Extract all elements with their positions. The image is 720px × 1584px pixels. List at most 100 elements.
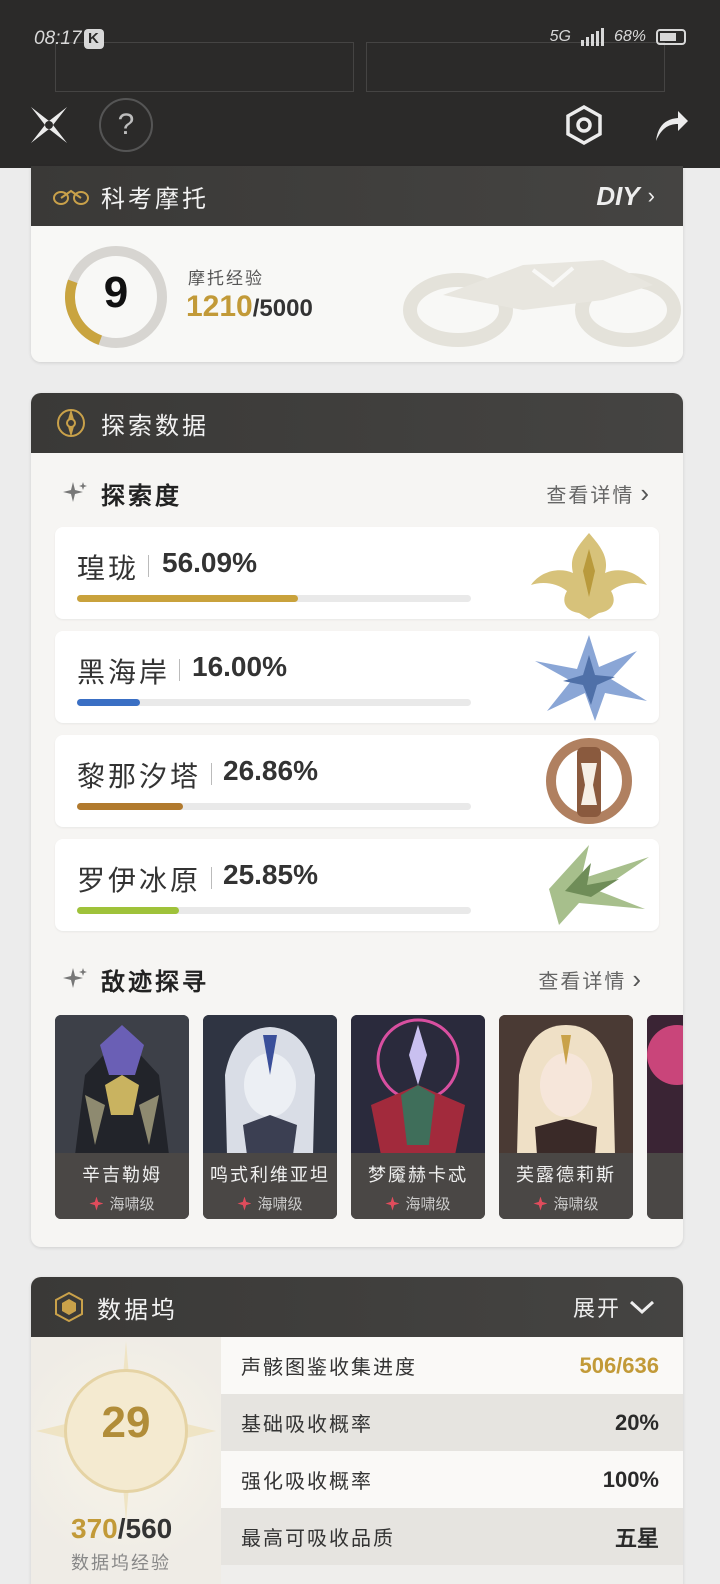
motorcycle-panel: 科考摩托 DIY › 9 摩托经验 1210/5000 — [31, 166, 683, 362]
enemy-card[interactable]: 辛吉勒姆 海啸级 — [55, 1015, 189, 1219]
enemy-plate: 鸣式利维亚坦 海啸级 — [203, 1153, 337, 1219]
motorcycle-exp: 1210/5000 — [186, 290, 313, 324]
region-separator — [211, 763, 212, 785]
enemy-plate: 梦魇赫卡忒 海啸级 — [351, 1153, 485, 1219]
region-separator — [148, 555, 149, 577]
region-card[interactable]: 黎那汐塔 26.86% — [55, 735, 659, 827]
diy-label: DIY — [596, 180, 640, 211]
region-name: 瑝珑 — [77, 553, 140, 584]
explore-title: 探索数据 — [101, 412, 209, 440]
enemy-name: 鸣式利维亚坦 — [210, 1165, 330, 1185]
enemy-name: 辛吉勒姆 — [82, 1165, 162, 1185]
data-dock-exp-current: 370 — [71, 1513, 118, 1544]
enemy-portrait — [499, 1015, 633, 1155]
explore-header: 探索数据 — [31, 393, 683, 453]
region-card[interactable]: 瑝珑 56.09% — [55, 527, 659, 619]
data-dock-icon — [55, 1291, 83, 1323]
expand-button[interactable]: 展开 — [573, 1277, 655, 1337]
motorcycle-level: 9 — [103, 268, 129, 317]
enemy-card[interactable]: 梦魇赫卡忒 海啸级 — [351, 1015, 485, 1219]
exploration-details-link[interactable]: 查看详情 › — [546, 478, 651, 509]
stat-row: 声骸图鉴收集进度 506/636 — [221, 1337, 683, 1394]
game-menu-icon[interactable] — [22, 98, 76, 152]
settings-hexagon-icon[interactable] — [557, 98, 611, 152]
region-percent: 26.86% — [223, 755, 318, 786]
share-icon[interactable] — [643, 98, 697, 152]
region-progress-track — [77, 907, 471, 914]
region-name: 黑海岸 — [77, 657, 171, 688]
status-time: 08:17 — [34, 28, 82, 49]
motorcycle-header: 科考摩托 DIY › — [31, 166, 683, 226]
data-dock-panel: 数据坞 展开 29 370/560 数据坞经验 声骸图鉴收集进度 506/636 — [31, 1277, 683, 1584]
enemy-level-label: 海啸级 — [109, 1196, 155, 1213]
help-button[interactable]: ? — [99, 98, 153, 152]
enemy-plate: 辛吉勒姆 海啸级 — [55, 1153, 189, 1219]
expand-label: 展开 — [572, 1296, 621, 1321]
top-bar: 08:17 5G 68% ? — [0, 0, 720, 168]
stat-row: 最高可吸收品质 五星 — [221, 1508, 683, 1565]
status-bar: 08:17 5G 68% — [34, 28, 686, 52]
region-list: 瑝珑 56.09% 黑海岸 16.00% 黎那汐塔 26.86% 罗伊冰原 25… — [31, 527, 683, 931]
stat-value: 506/636 — [579, 1352, 659, 1378]
enemy-level-label: 海啸级 — [405, 1196, 451, 1213]
region-card[interactable]: 黑海岸 16.00% — [55, 631, 659, 723]
enemy-card[interactable]: 鸣式利维亚坦 海啸级 — [203, 1015, 337, 1219]
enemy-level: 海啸级 — [499, 1193, 633, 1214]
region-separator — [179, 659, 180, 681]
roya-frostlands-emblem-icon — [549, 845, 649, 925]
motorcycle-exp-label: 摩托经验 — [188, 269, 264, 288]
chevron-right-icon: › — [632, 963, 643, 994]
motorcycle-exp-current: 1210 — [186, 290, 253, 323]
chevron-down-icon — [629, 1300, 655, 1315]
data-dock-level: 29 — [101, 1398, 151, 1447]
enemy-portrait — [351, 1015, 485, 1155]
battery-icon — [656, 29, 686, 45]
enemy-level: 海啸级 — [351, 1193, 485, 1214]
enemy-level-label: 海啸级 — [257, 1196, 303, 1213]
region-percent: 16.00% — [192, 651, 287, 682]
stat-label: 基础吸收概率 — [241, 1414, 373, 1436]
data-dock-exp-label: 数据坞经验 — [71, 1553, 171, 1573]
exploration-section-header: 探索度 查看详情 › — [31, 471, 683, 515]
diy-button[interactable]: DIY › — [596, 166, 655, 226]
region-progress-fill — [77, 699, 141, 706]
region-progress-fill — [77, 595, 298, 602]
sparkle-icon — [63, 482, 87, 502]
enemy-portrait — [203, 1015, 337, 1155]
stat-value: 五星 — [614, 1525, 659, 1551]
enemy-name: 芙露德莉斯 — [516, 1165, 616, 1185]
rinascita-emblem-icon — [546, 738, 632, 824]
sparkle-icon — [63, 968, 87, 988]
data-dock-level-badge: 29 — [64, 1369, 188, 1493]
stat-value: 100% — [602, 1466, 659, 1492]
tacet-star-icon — [237, 1196, 252, 1211]
enemy-portrait — [55, 1015, 189, 1155]
region-progress-fill — [77, 803, 183, 810]
region-separator — [211, 867, 212, 889]
region-name: 罗伊冰原 — [77, 865, 202, 896]
chevron-right-icon: › — [640, 477, 651, 508]
signal-icon — [580, 28, 604, 46]
enemy-portrait — [647, 1015, 683, 1155]
enemy-card[interactable]: 芙露德莉斯 海啸级 — [499, 1015, 633, 1219]
exploration-section-title: 探索度 — [101, 482, 182, 510]
stat-label: 最高可吸收品质 — [241, 1528, 395, 1550]
explore-panel: 探索数据 探索度 查看详情 › 瑝珑 56.09% 黑海岸 16.00% 黎那汐… — [31, 393, 683, 1247]
enemy-level-label: 海啸级 — [553, 1196, 599, 1213]
data-dock-exp-total: /560 — [117, 1513, 173, 1544]
motorcycle-title: 科考摩托 — [101, 185, 209, 213]
region-percent: 25.85% — [223, 859, 318, 890]
enemy-details-link[interactable]: 查看详情 › — [538, 964, 643, 995]
tacet-star-icon — [385, 1196, 400, 1211]
stat-row: 基础吸收概率 20% — [221, 1394, 683, 1451]
enemy-name: 梦魇赫卡忒 — [368, 1165, 468, 1185]
battery-percent: 68% — [613, 28, 646, 45]
stat-label: 声骸图鉴收集进度 — [241, 1357, 417, 1379]
stat-row: 强化吸收概率 100% — [221, 1451, 683, 1508]
region-progress-track — [77, 699, 471, 706]
motorcycle-illustration — [403, 260, 681, 347]
stat-label: 强化吸收概率 — [241, 1471, 373, 1493]
region-card[interactable]: 罗伊冰原 25.85% — [55, 839, 659, 931]
enemy-card-partial[interactable] — [647, 1015, 683, 1219]
enemy-details-label: 查看详情 — [538, 970, 627, 993]
